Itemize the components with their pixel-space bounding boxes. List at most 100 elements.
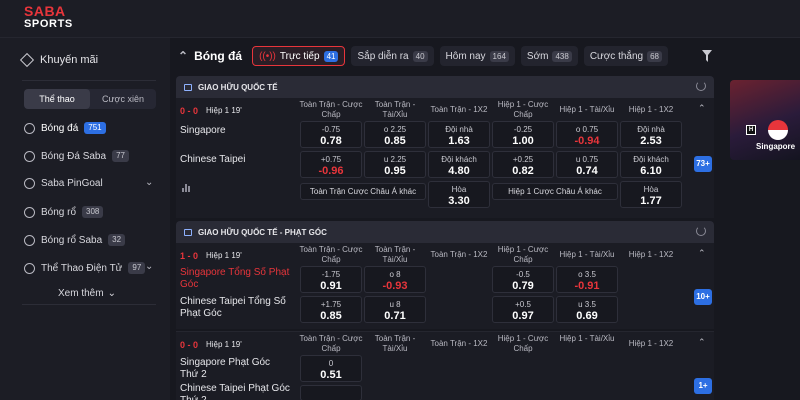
column-header: Toàn Trận - Tài/Xỉu	[374, 245, 416, 264]
odds-cell[interactable]: o 2.25 0.85	[364, 121, 426, 148]
league-icon	[184, 83, 192, 91]
basketball-icon	[24, 206, 35, 218]
column-header: Hiệp 1 - 1X2	[628, 339, 674, 348]
tab-live[interactable]: ((•)) Trực tiếp 41	[252, 46, 346, 66]
gamepad-icon	[24, 262, 35, 274]
match-block: 0 - 0 Hiệp 1 19' Toàn Trận - Cược Chấp T…	[176, 331, 714, 400]
see-more-button[interactable]: Xem thêm ⌄	[58, 288, 116, 299]
odds-cell[interactable]: u 3.5 0.69	[556, 296, 618, 323]
more-markets-button[interactable]: 73+	[694, 156, 712, 172]
league-icon	[184, 228, 192, 236]
tab-early[interactable]: Sớm 438	[520, 46, 578, 66]
saba-sports-logo[interactable]: SABA SPORTS	[24, 4, 76, 34]
chevron-up-icon[interactable]: ⌃	[698, 103, 706, 114]
live-stream-panel: H Singapore	[725, 38, 800, 400]
refresh-icon[interactable]	[696, 81, 706, 91]
odds-cell[interactable]: +0.5 0.97	[492, 296, 554, 323]
tab-sports[interactable]: Thể thao	[24, 89, 90, 109]
odds-cell[interactable]: +0.25 0.82	[492, 151, 554, 178]
sidebar-item-esports[interactable]: Thể Thao Điện Tử 97	[24, 262, 146, 274]
odds-cell[interactable]: -0.25 1.00	[492, 121, 554, 148]
tab-outright[interactable]: Cược thắng 68	[583, 46, 669, 66]
column-header: Toàn Trận - Cược Chấp	[299, 245, 363, 264]
divider	[22, 304, 156, 305]
league-header[interactable]: GIAO HỮU QUỐC TẾ	[176, 76, 714, 98]
odds-cell[interactable]: +0.75 -0.96	[300, 151, 362, 178]
sidebar-item-saba-basketball[interactable]: Bóng rổ Saba 32	[24, 234, 126, 246]
other-asian-handicap-ft[interactable]: Toàn Trận Cược Châu Á khác	[300, 183, 426, 200]
team-name: Chinese Taipei Phạt Góc Thứ 2	[180, 383, 290, 400]
football-icon	[24, 122, 35, 134]
odds-cell[interactable]: +1.75 0.85	[300, 296, 362, 323]
count-badge: 751	[84, 122, 106, 134]
odds-cell[interactable]: -0.75 0.78	[300, 121, 362, 148]
odds-cell[interactable]: o 8 -0.93	[364, 266, 426, 293]
odds-cell[interactable]: Hòa 1.77	[620, 181, 682, 208]
chevron-up-icon[interactable]: ⌃	[698, 337, 706, 348]
column-header: Toàn Trận - Cược Chấp	[299, 334, 363, 353]
column-header: Hiệp 1 - Cược Chấp	[497, 100, 549, 119]
odds-cell[interactable]: Đội khách 6.10	[620, 151, 682, 178]
count-badge: 97	[128, 262, 146, 274]
match-score: 0 - 0	[180, 106, 199, 116]
stats-icon[interactable]	[182, 183, 192, 192]
team-name: Singapore	[180, 125, 226, 136]
sidebar-item-saba-football[interactable]: Bóng Đá Saba 77	[24, 150, 129, 162]
odds-cell[interactable]: o 3.5 -0.91	[556, 266, 618, 293]
column-header: Hiệp 1 - Tài/Xỉu	[559, 250, 615, 259]
match-score: 0 - 0	[180, 340, 199, 350]
tab-upcoming[interactable]: Sắp diễn ra 40	[351, 46, 434, 66]
main-content: ⌃ Bóng đá ((•)) Trực tiếp 41 Sắp diễn ra…	[170, 38, 725, 400]
match-time: Hiệp 1 19'	[206, 106, 242, 115]
basketball-icon	[24, 234, 35, 246]
collapse-icon[interactable]: ⌃	[178, 49, 188, 63]
odds-cell[interactable]: o 0.75 -0.94	[556, 121, 618, 148]
filter-icon[interactable]	[702, 50, 712, 62]
chevron-down-icon[interactable]: ⌄	[145, 177, 153, 188]
more-markets-button[interactable]: 10+	[694, 289, 712, 305]
odds-cell[interactable]: -1.75 0.91	[300, 266, 362, 293]
live-icon: ((•))	[259, 50, 276, 62]
more-markets-button[interactable]: 1+	[694, 378, 712, 394]
odds-cell[interactable]: 0 0.51	[300, 355, 362, 382]
chevron-up-icon[interactable]: ⌃	[698, 248, 706, 259]
odds-cell[interactable]: u 8 0.71	[364, 296, 426, 323]
odds-cell[interactable]: u 2.25 0.95	[364, 151, 426, 178]
tab-parlay[interactable]: Cược xiên	[90, 89, 156, 109]
team-name: Chinese Taipei Tổng Số Phạt Góc	[180, 296, 286, 319]
diamond-icon	[19, 52, 35, 68]
live-video-thumbnail[interactable]: H Singapore	[730, 80, 800, 160]
column-header: Toàn Trận - 1X2	[430, 250, 488, 259]
match-score: 1 - 0	[180, 251, 199, 261]
odds-cell[interactable]: -0.5 0.79	[492, 266, 554, 293]
match-time: Hiệp 1 19'	[206, 251, 242, 260]
column-header: Hiệp 1 - Tài/Xỉu	[559, 334, 615, 343]
match-block: 1 - 0 Hiệp 1 19' Toàn Trận - Cược Chấp T…	[176, 243, 714, 329]
odds-cell[interactable]: Hòa 3.30	[428, 181, 490, 208]
page-title: ⌃ Bóng đá	[178, 49, 243, 63]
column-header: Toàn Trận - Tài/Xỉu	[374, 334, 416, 353]
chevron-down-icon[interactable]: ⌄	[145, 261, 153, 272]
odds-cell[interactable]: Đội nhà 2.53	[620, 121, 682, 148]
match-time: Hiệp 1 19'	[206, 340, 242, 349]
league-header[interactable]: GIAO HỮU QUỐC TẾ - PHẠT GÓC	[176, 221, 714, 243]
football-icon	[24, 178, 35, 189]
sport-mode-toggle: Thể thao Cược xiên	[24, 89, 156, 109]
tab-today[interactable]: Hôm nay 164	[439, 46, 515, 66]
sidebar-item-football[interactable]: Bóng đá 751	[24, 122, 106, 134]
column-header: Toàn Trận - Tài/Xỉu	[374, 100, 416, 119]
odds-cell[interactable]	[300, 385, 362, 400]
team-name: Singapore Tổng Số Phạt Góc	[180, 267, 290, 290]
sidebar-item-saba-pingoal[interactable]: Saba PinGoal	[24, 178, 103, 189]
odds-cell[interactable]: Đội nhà 1.63	[428, 121, 490, 148]
promotions-link[interactable]: Khuyến mãi	[19, 52, 98, 68]
sidebar-item-basketball[interactable]: Bóng rổ 308	[24, 206, 104, 218]
other-asian-handicap-h1[interactable]: Hiệp 1 Cược Châu Á khác	[492, 183, 618, 200]
odds-cell[interactable]: u 0.75 0.74	[556, 151, 618, 178]
column-header: Hiệp 1 - 1X2	[628, 105, 674, 114]
odds-cell[interactable]: Đội khách 4.80	[428, 151, 490, 178]
column-header: Toàn Trận - 1X2	[430, 105, 488, 114]
football-icon	[24, 150, 35, 162]
video-team-name: Singapore	[756, 142, 796, 151]
refresh-icon[interactable]	[696, 226, 706, 236]
